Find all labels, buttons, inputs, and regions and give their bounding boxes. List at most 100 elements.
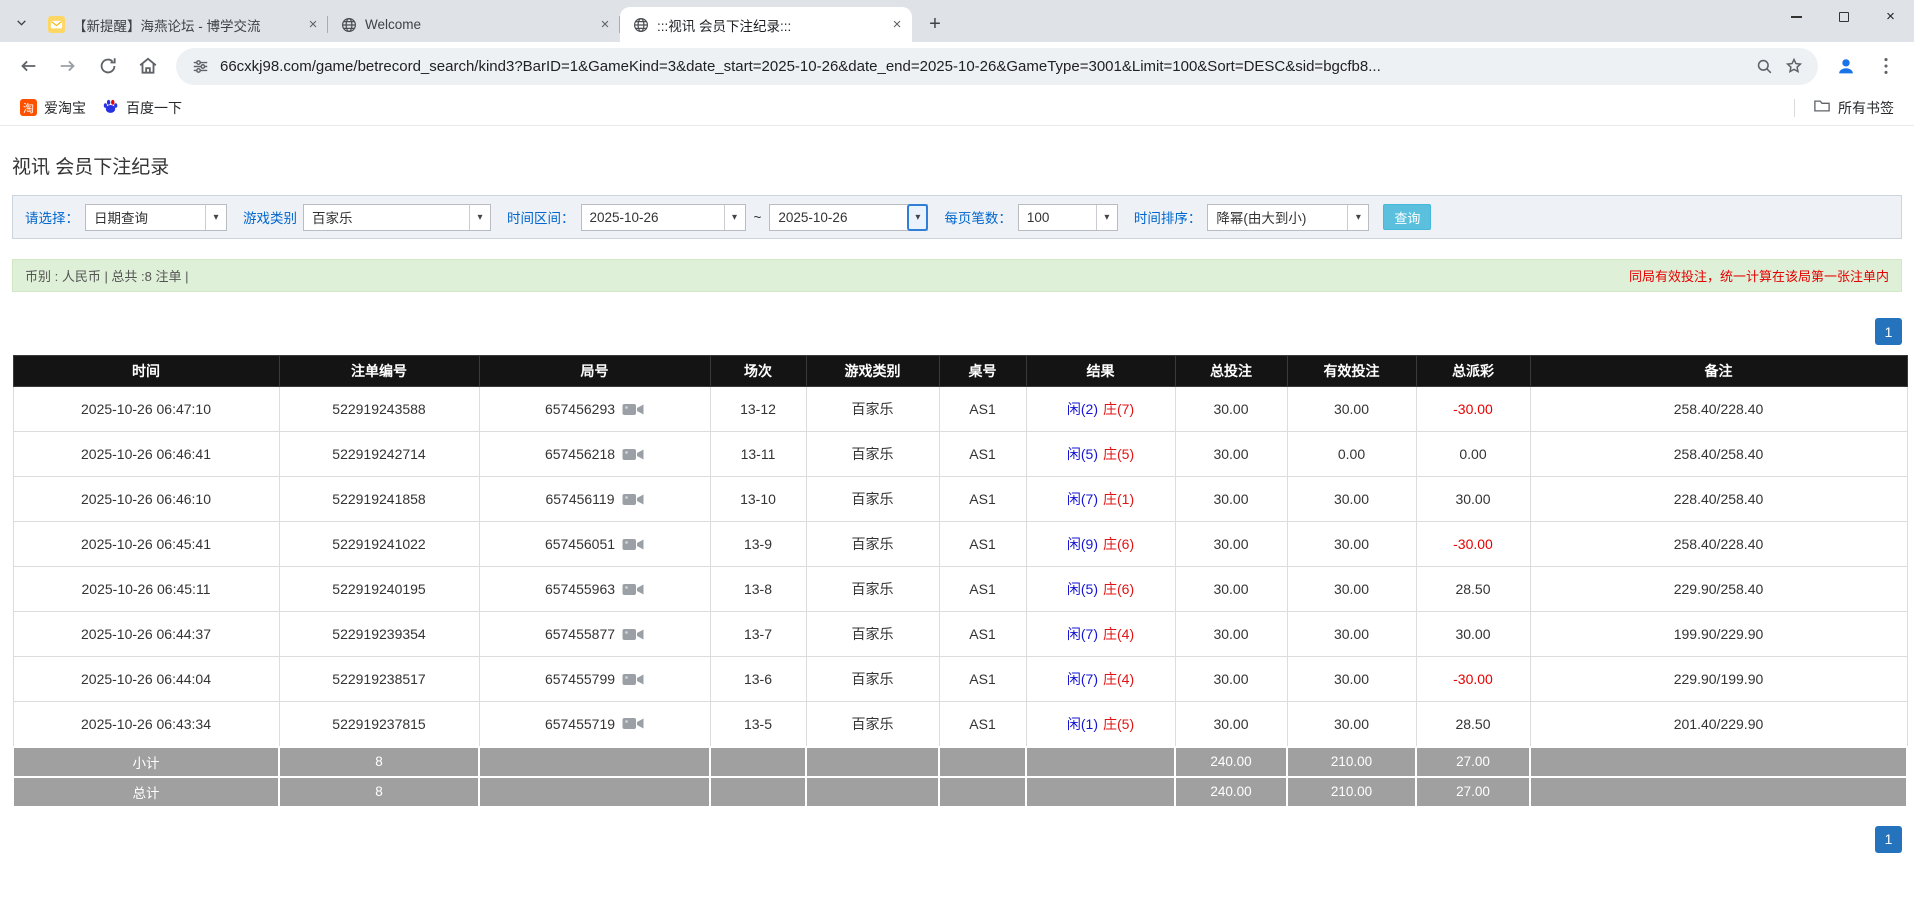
cell-bet-id: 522919241858 <box>279 477 479 522</box>
cell-result: 闲(5)庄(6) <box>1026 567 1175 612</box>
col-valid-bet: 有效投注 <box>1287 356 1416 387</box>
table-row: 2025-10-26 06:43:34 522919237815 6574557… <box>13 702 1907 747</box>
cell-result: 闲(5)庄(5) <box>1026 432 1175 477</box>
url-bar[interactable]: 66cxkj98.com/game/betrecord_search/kind3… <box>176 48 1818 85</box>
sort-select[interactable]: 降幂(由大到小) ▾ <box>1207 204 1369 231</box>
cell-bet-id: 522919240195 <box>279 567 479 612</box>
game-type-select[interactable]: 百家乐 ▾ <box>303 204 491 231</box>
bookmark-taobao[interactable]: 淘 爱淘宝 <box>12 94 94 122</box>
close-icon[interactable]: × <box>888 16 906 34</box>
table-row: 2025-10-26 06:45:11 522919240195 6574559… <box>13 567 1907 612</box>
result-banker: 庄(4) <box>1103 626 1134 642</box>
total-bet-link[interactable]: 30.00 <box>1175 477 1287 522</box>
total-bet-link[interactable]: 30.00 <box>1175 522 1287 567</box>
total-row: 总计 8 240.00 210.00 27.00 <box>13 777 1907 807</box>
cell-game: 百家乐 <box>806 387 939 432</box>
cell-payout: 30.00 <box>1416 612 1530 657</box>
cell-time: 2025-10-26 06:46:10 <box>13 477 279 522</box>
cell-round: 657455799 <box>479 657 710 702</box>
total-bet-link[interactable]: 30.00 <box>1175 612 1287 657</box>
cell-valid-bet: 30.00 <box>1287 702 1416 747</box>
date-end-select[interactable]: 2025-10-26 ▾ <box>769 204 928 231</box>
video-icon[interactable] <box>622 716 644 731</box>
col-game-type: 游戏类别 <box>806 356 939 387</box>
cell-round: 657456293 <box>479 387 710 432</box>
maximize-button[interactable] <box>1820 0 1867 33</box>
close-window-button[interactable]: × <box>1867 0 1914 33</box>
chevron-down-icon[interactable]: ▾ <box>469 205 490 230</box>
per-page-select[interactable]: 100 ▾ <box>1018 204 1118 231</box>
cell-result: 闲(9)庄(6) <box>1026 522 1175 567</box>
tab-search-button[interactable] <box>6 7 36 42</box>
round-number: 657456218 <box>545 446 615 462</box>
zoom-icon[interactable] <box>1754 56 1774 76</box>
bookmark-baidu[interactable]: 百度一下 <box>94 94 190 122</box>
page-button-1[interactable]: 1 <box>1875 826 1902 853</box>
total-bet-link[interactable]: 30.00 <box>1175 657 1287 702</box>
forward-button[interactable] <box>50 48 86 84</box>
video-icon[interactable] <box>622 492 644 507</box>
cell-payout: -30.00 <box>1416 657 1530 702</box>
total-bet-link[interactable]: 30.00 <box>1175 702 1287 747</box>
chevron-down-icon[interactable]: ▾ <box>1096 205 1117 230</box>
video-icon[interactable] <box>622 582 644 597</box>
search-button[interactable]: 查询 <box>1383 204 1431 230</box>
bookmarks-divider <box>1794 99 1795 117</box>
video-icon[interactable] <box>622 537 644 552</box>
cell-valid-bet: 30.00 <box>1287 567 1416 612</box>
url-text[interactable]: 66cxkj98.com/game/betrecord_search/kind3… <box>220 58 1744 75</box>
video-icon[interactable] <box>622 627 644 642</box>
col-session: 场次 <box>710 356 806 387</box>
cell-payout: 30.00 <box>1416 477 1530 522</box>
result-player: 闲(5) <box>1067 581 1098 597</box>
tab-bet-records-active[interactable]: :::视讯 会员下注纪录::: × <box>620 7 912 42</box>
new-tab-button[interactable]: + <box>920 9 950 39</box>
cell-result: 闲(7)庄(4) <box>1026 612 1175 657</box>
subtotal-row: 小计 8 240.00 210.00 27.00 <box>13 747 1907 777</box>
col-payout: 总派彩 <box>1416 356 1530 387</box>
bookmark-star-icon[interactable] <box>1784 56 1804 76</box>
total-total-bet: 240.00 <box>1175 777 1287 807</box>
chevron-down-icon[interactable]: ▾ <box>907 204 928 231</box>
video-icon[interactable] <box>622 672 644 687</box>
tab-welcome[interactable]: Welcome × <box>328 7 620 42</box>
cell-game: 百家乐 <box>806 702 939 747</box>
total-bet-link[interactable]: 30.00 <box>1175 567 1287 612</box>
cell-round: 657456218 <box>479 432 710 477</box>
folder-icon <box>1813 98 1831 117</box>
site-settings-icon[interactable] <box>190 56 210 76</box>
page-button-1[interactable]: 1 <box>1875 318 1902 345</box>
filter-bar: 请选择： 日期查询 ▾ 游戏类别 百家乐 ▾ 时间区间： 2025-10-26 … <box>12 195 1902 239</box>
cell-table-no: AS1 <box>939 477 1026 522</box>
back-button[interactable] <box>10 48 46 84</box>
menu-button[interactable] <box>1868 48 1904 84</box>
profile-icon <box>1835 55 1857 77</box>
total-bet-link[interactable]: 30.00 <box>1175 387 1287 432</box>
minimize-button[interactable] <box>1773 0 1820 33</box>
reload-button[interactable] <box>90 48 126 84</box>
all-bookmarks-button[interactable]: 所有书签 <box>1805 94 1902 122</box>
game-type-value: 百家乐 <box>304 205 469 230</box>
cell-table-no: AS1 <box>939 702 1026 747</box>
close-icon[interactable]: × <box>596 16 614 34</box>
cell-game: 百家乐 <box>806 567 939 612</box>
query-type-select[interactable]: 日期查询 ▾ <box>85 204 227 231</box>
profile-button[interactable] <box>1828 48 1864 84</box>
video-icon[interactable] <box>622 447 644 462</box>
bookmarks-bar: 淘 爱淘宝 百度一下 所有书签 <box>0 90 1914 126</box>
tab-forum[interactable]: 【新提醒】海燕论坛 - 博学交流 × <box>36 7 328 42</box>
chevron-down-icon[interactable]: ▾ <box>724 205 745 230</box>
result-banker: 庄(6) <box>1103 536 1134 552</box>
home-button[interactable] <box>130 48 166 84</box>
date-start-select[interactable]: 2025-10-26 ▾ <box>581 204 746 231</box>
cell-note: 199.90/229.90 <box>1530 612 1907 657</box>
cell-session: 13-10 <box>710 477 806 522</box>
chevron-down-icon[interactable]: ▾ <box>205 205 226 230</box>
cell-table-no: AS1 <box>939 567 1026 612</box>
total-bet-link[interactable]: 30.00 <box>1175 432 1287 477</box>
video-icon[interactable] <box>622 402 644 417</box>
chevron-down-icon[interactable]: ▾ <box>1347 205 1368 230</box>
cell-result: 闲(2)庄(7) <box>1026 387 1175 432</box>
col-bet-id: 注单编号 <box>279 356 479 387</box>
close-icon[interactable]: × <box>304 16 322 34</box>
